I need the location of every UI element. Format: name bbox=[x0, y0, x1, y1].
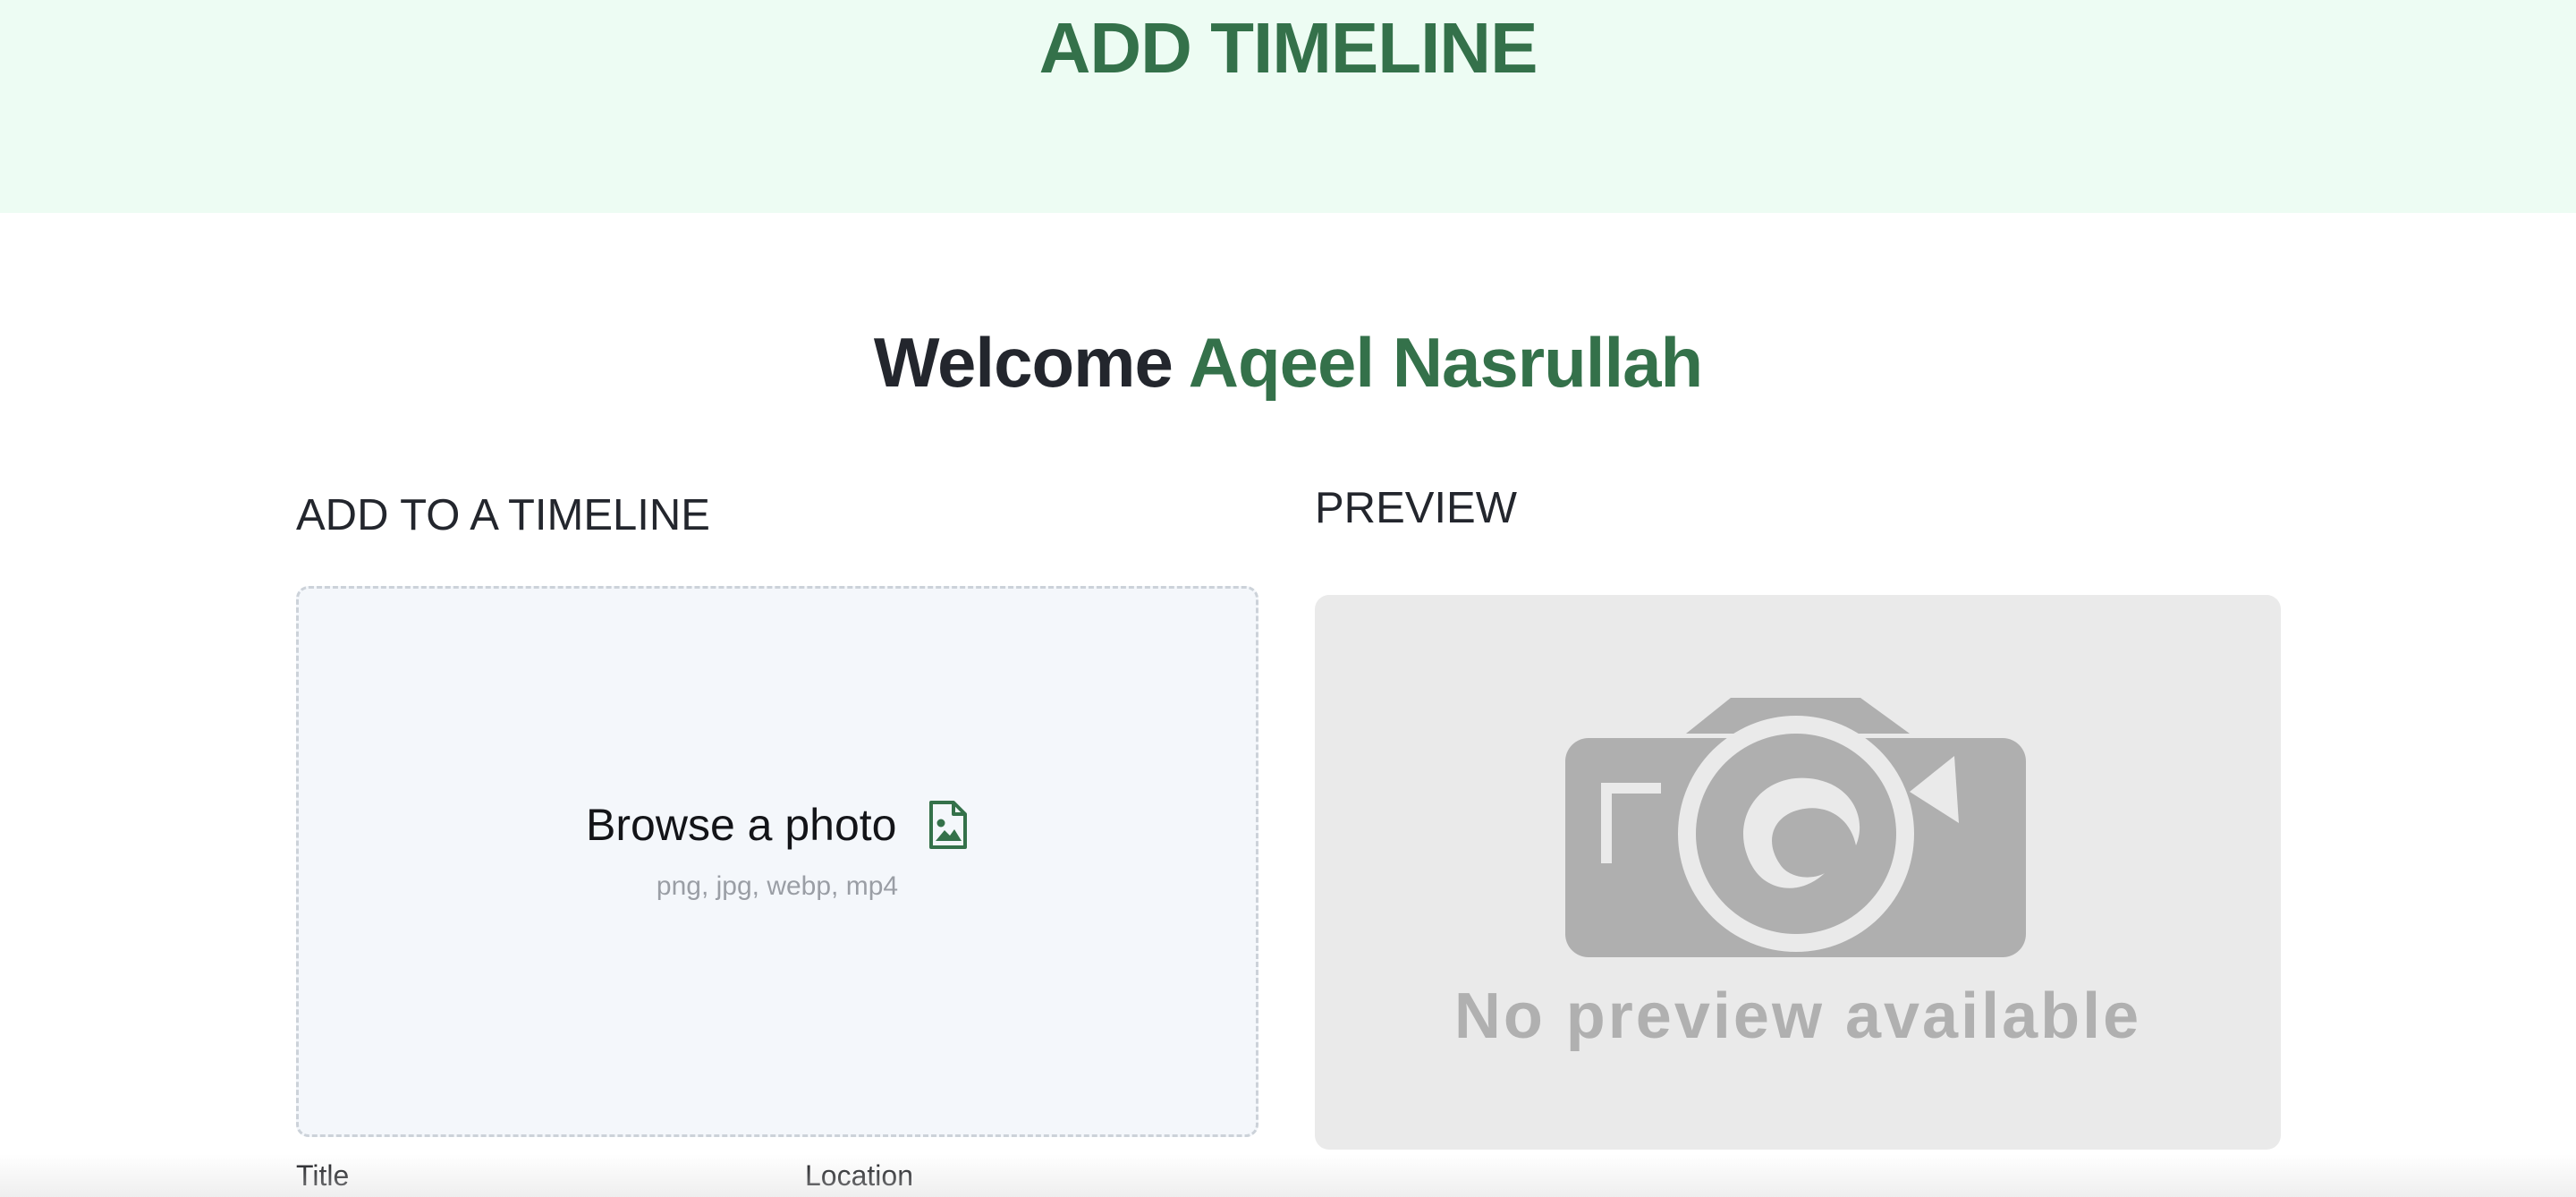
photo-dropzone[interactable]: Browse a photo png, jpg, webp, mp4 bbox=[296, 586, 1258, 1137]
page-title: ADD TIMELINE bbox=[1038, 8, 1538, 88]
browse-photo-label: Browse a photo bbox=[586, 800, 897, 850]
title-field-label: Title bbox=[296, 1159, 350, 1192]
no-preview-text: No preview available bbox=[1453, 981, 2142, 1052]
bottom-fade bbox=[0, 1154, 2576, 1197]
camera-icon bbox=[1565, 698, 2026, 957]
accepted-formats: png, jpg, webp, mp4 bbox=[656, 871, 899, 901]
preview-panel: No preview available bbox=[1315, 595, 2281, 1150]
image-file-icon bbox=[928, 800, 969, 850]
preview-heading: PREVIEW bbox=[1315, 484, 1517, 532]
page-header: ADD TIMELINE bbox=[0, 0, 2576, 213]
browse-photo-button[interactable]: Browse a photo bbox=[299, 799, 1256, 851]
welcome-greeting: Welcome bbox=[873, 323, 1174, 402]
welcome-heading: Welcome Aqeel Nasrullah bbox=[0, 322, 2576, 403]
add-to-timeline-heading: ADD TO A TIMELINE bbox=[296, 491, 710, 539]
user-name: Aqeel Nasrullah bbox=[1188, 323, 1704, 402]
location-field-label: Location bbox=[805, 1159, 913, 1192]
